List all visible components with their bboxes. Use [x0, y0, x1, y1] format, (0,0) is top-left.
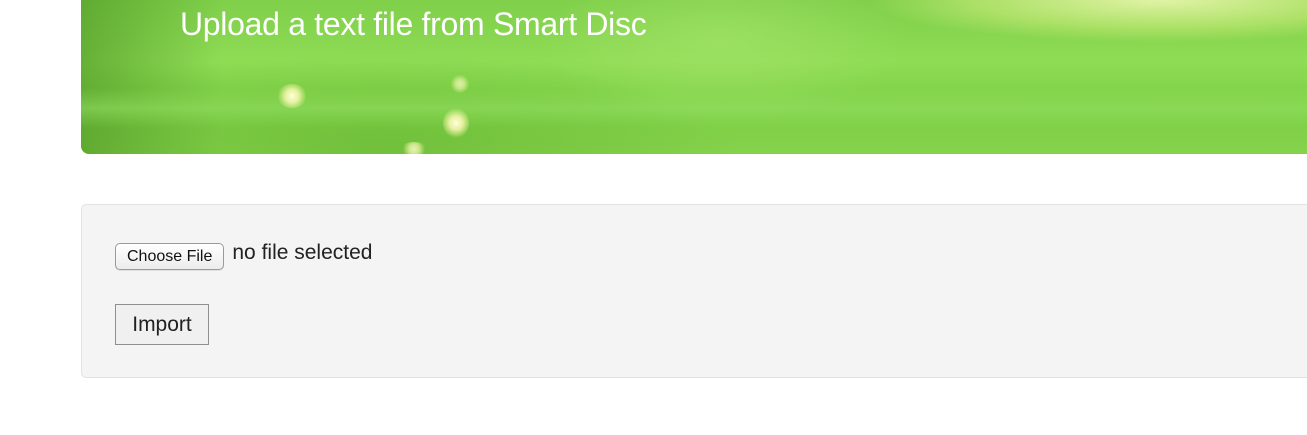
- hero-light-glint: [451, 75, 469, 93]
- import-button[interactable]: Import: [115, 304, 209, 345]
- hero-light-glint: [443, 108, 469, 138]
- hero-light-glint: [401, 142, 427, 154]
- file-input-row: Choose File no file selected: [115, 241, 372, 270]
- page-title: Upload a text file from Smart Disc: [180, 6, 647, 42]
- upload-form-panel: Choose File no file selected Import: [81, 204, 1307, 378]
- hero-background-band: [81, 88, 1307, 128]
- choose-file-button[interactable]: Choose File: [115, 243, 225, 270]
- hero-banner: Upload a text file from Smart Disc: [81, 0, 1307, 154]
- hero-light-glint: [277, 84, 307, 108]
- file-status-text: no file selected: [232, 241, 373, 264]
